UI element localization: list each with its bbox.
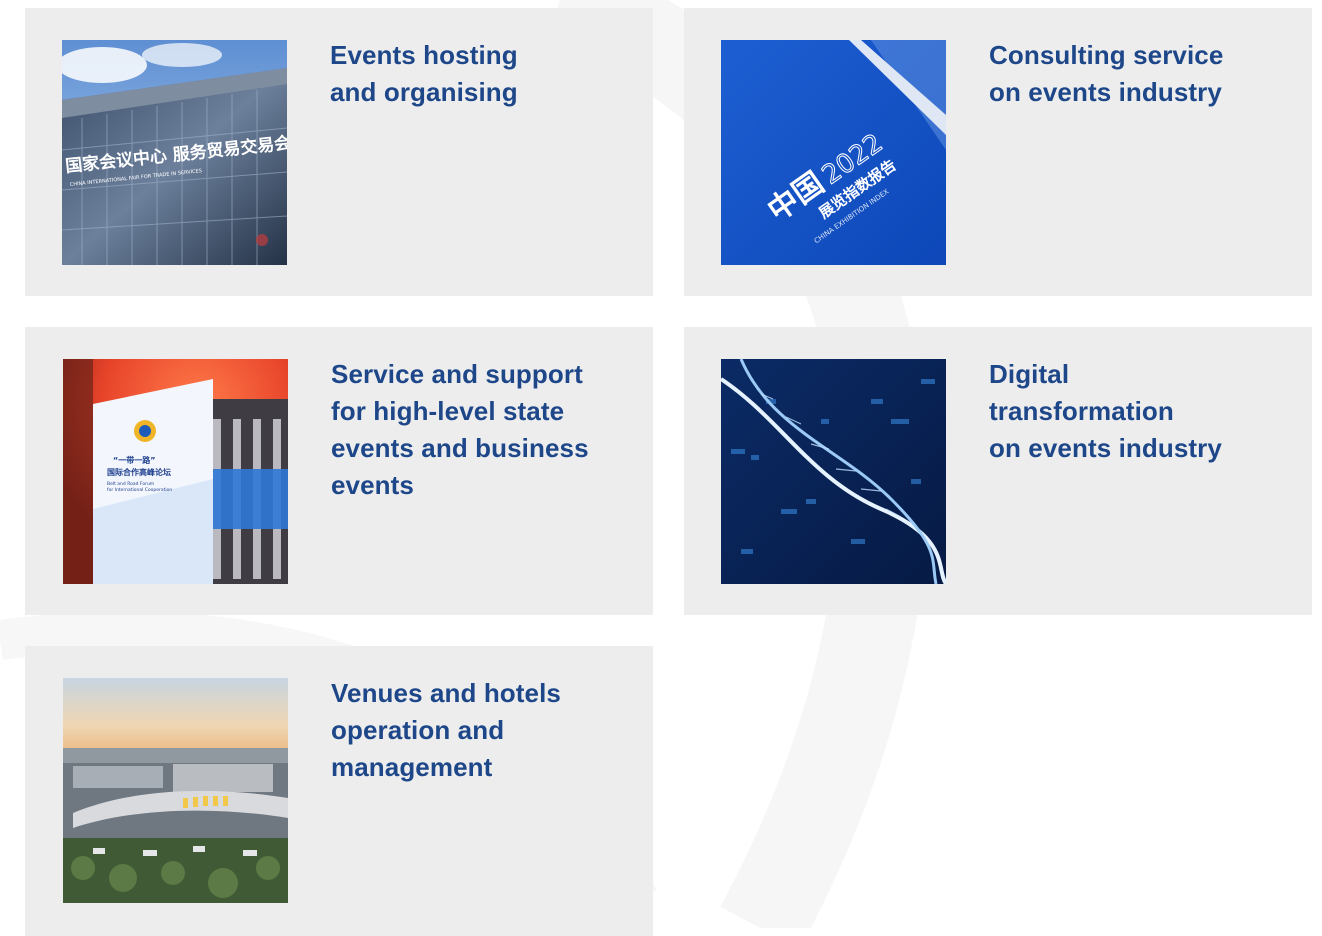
service-card-venues-hotels[interactable]: Venues and hotels operation and manageme… [25, 646, 653, 936]
service-card-consulting[interactable]: 中国 2022 展览指数报告 CHINA EXHIBITION INDEX Co… [684, 8, 1312, 296]
svg-text:Belt and Road Forum: Belt and Road Forum [107, 481, 154, 487]
svg-text:国际合作高峰论坛: 国际合作高峰论坛 [107, 467, 171, 477]
service-card-state-events[interactable]: “一带一路” 国际合作高峰论坛 Belt and Road Forum for … [25, 327, 653, 615]
venue-aerial-image [63, 678, 288, 903]
service-title[interactable]: Events hosting and organising [330, 37, 518, 111]
svg-text:for International Cooperation: for International Cooperation [107, 487, 172, 493]
svg-text:“一带一路”: “一带一路” [113, 455, 156, 465]
service-card-events-hosting[interactable]: 国家会议中心 服务贸易交易会 CHINA INTERNATIONAL FAIR … [25, 8, 653, 296]
service-title[interactable]: Service and support for high-level state… [331, 356, 589, 504]
exhibition-index-report-image: 中国 2022 展览指数报告 CHINA EXHIBITION INDEX [721, 40, 946, 265]
forum-venue-image: “一带一路” 国际合作高峰论坛 Belt and Road Forum for … [63, 359, 288, 584]
dna-helix-image [721, 359, 946, 584]
service-title[interactable]: Digital transformation on events industr… [989, 356, 1222, 467]
convention-center-image: 国家会议中心 服务贸易交易会 CHINA INTERNATIONAL FAIR … [62, 40, 287, 265]
service-card-digital-transformation[interactable]: Digital transformation on events industr… [684, 327, 1312, 615]
service-title[interactable]: Consulting service on events industry [989, 37, 1223, 111]
service-title[interactable]: Venues and hotels operation and manageme… [331, 675, 561, 786]
